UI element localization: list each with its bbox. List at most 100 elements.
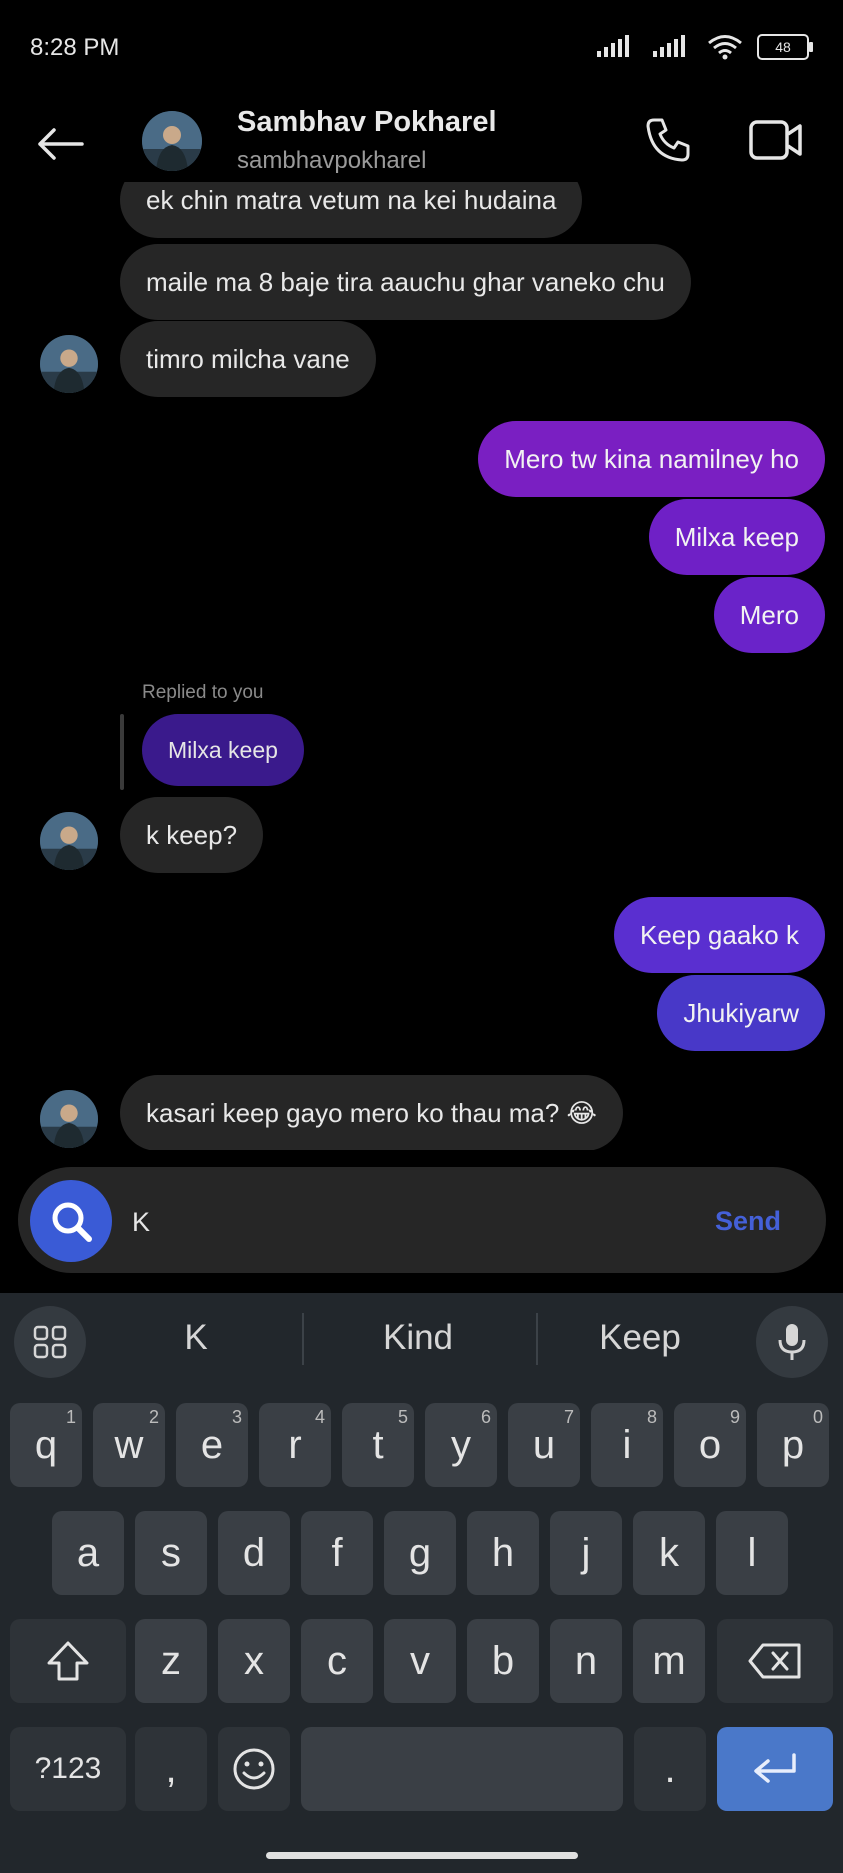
key-a[interactable]: a xyxy=(52,1511,124,1595)
key-p[interactable]: p0 xyxy=(757,1403,829,1487)
key-k[interactable]: k xyxy=(633,1511,705,1595)
apps-grid-icon xyxy=(33,1325,67,1359)
reply-indicator xyxy=(120,714,124,790)
key-t[interactable]: t5 xyxy=(342,1403,414,1487)
key-hint: 3 xyxy=(231,1407,242,1427)
search-icon xyxy=(52,1202,92,1242)
key-x[interactable]: x xyxy=(218,1619,290,1703)
microphone-icon xyxy=(778,1324,806,1360)
key-w[interactable]: w2 xyxy=(93,1403,165,1487)
voice-input-button[interactable] xyxy=(756,1306,828,1378)
home-indicator[interactable] xyxy=(266,1852,578,1859)
key-u[interactable]: u7 xyxy=(508,1403,580,1487)
key-label: q xyxy=(34,1422,58,1467)
key-z[interactable]: z xyxy=(135,1619,207,1703)
key-hint: 5 xyxy=(397,1407,408,1427)
key-label: r xyxy=(288,1422,302,1467)
key-f[interactable]: f xyxy=(301,1511,373,1595)
sender-avatar[interactable] xyxy=(40,1090,98,1148)
key-hint: 4 xyxy=(314,1407,325,1427)
backspace-icon xyxy=(748,1643,801,1679)
symbols-key[interactable]: ?123 xyxy=(10,1727,126,1811)
key-e[interactable]: e3 xyxy=(176,1403,248,1487)
key-hint: 6 xyxy=(480,1407,491,1427)
key-label: o xyxy=(698,1422,722,1467)
key-label: t xyxy=(372,1422,384,1467)
back-button[interactable] xyxy=(34,118,86,170)
phone-icon xyxy=(646,118,690,162)
video-call-button[interactable] xyxy=(744,112,808,168)
enter-icon xyxy=(754,1753,796,1783)
sender-avatar[interactable] xyxy=(40,812,98,870)
video-camera-icon xyxy=(749,120,802,160)
key-label: u xyxy=(532,1422,556,1467)
battery-level: 48 xyxy=(775,39,791,55)
key-v[interactable]: v xyxy=(384,1619,456,1703)
status-icons: 48 xyxy=(595,34,813,60)
comma-key[interactable]: , xyxy=(135,1727,207,1811)
key-label: w xyxy=(114,1422,144,1467)
status-time: 8:28 PM xyxy=(30,34,120,61)
outgoing-message[interactable]: Mero xyxy=(713,577,825,653)
emoji-key[interactable] xyxy=(218,1727,290,1811)
search-button[interactable] xyxy=(30,1180,112,1262)
key-m[interactable]: m xyxy=(633,1619,705,1703)
message-list[interactable]: ek chin matra vetum na kei hudaina maile… xyxy=(0,182,843,1150)
shift-key[interactable] xyxy=(10,1619,126,1703)
key-hint: 0 xyxy=(812,1407,823,1427)
key-label: p xyxy=(781,1422,805,1467)
backspace-key[interactable] xyxy=(717,1619,833,1703)
suggestion[interactable]: Kind xyxy=(338,1318,498,1358)
incoming-message[interactable]: k keep? xyxy=(120,797,264,873)
key-c[interactable]: c xyxy=(301,1619,373,1703)
suggestion-divider xyxy=(536,1313,538,1365)
signal-icon xyxy=(653,35,685,57)
call-button[interactable] xyxy=(640,112,696,168)
reply-label: Replied to you xyxy=(142,682,264,703)
contact-name[interactable]: Sambhav Pokharel xyxy=(237,106,497,139)
message-input[interactable] xyxy=(130,1195,674,1249)
replied-message[interactable]: Milxa keep xyxy=(142,714,304,786)
emoji-icon xyxy=(233,1748,275,1790)
back-arrow-icon xyxy=(38,128,84,160)
key-hint: 9 xyxy=(729,1407,740,1427)
key-b[interactable]: b xyxy=(467,1619,539,1703)
sender-avatar[interactable] xyxy=(40,335,98,393)
key-o[interactable]: o9 xyxy=(674,1403,746,1487)
send-button[interactable]: Send xyxy=(715,1206,781,1237)
key-j[interactable]: j xyxy=(550,1511,622,1595)
incoming-message[interactable]: kasari keep gayo mero ko thau ma? 😂 xyxy=(120,1075,623,1150)
key-l[interactable]: l xyxy=(716,1511,788,1595)
space-key[interactable] xyxy=(301,1727,623,1811)
incoming-message[interactable]: timro milcha vane xyxy=(120,321,376,397)
enter-key[interactable] xyxy=(717,1727,833,1811)
key-h[interactable]: h xyxy=(467,1511,539,1595)
suggestion[interactable]: K xyxy=(116,1318,276,1358)
suggestion[interactable]: Keep xyxy=(560,1318,720,1358)
key-r[interactable]: r4 xyxy=(259,1403,331,1487)
keyboard-apps-button[interactable] xyxy=(14,1306,86,1378)
suggestion-divider xyxy=(302,1313,304,1365)
key-y[interactable]: y6 xyxy=(425,1403,497,1487)
key-s[interactable]: s xyxy=(135,1511,207,1595)
incoming-message[interactable]: ek chin matra vetum na kei hudaina xyxy=(120,182,583,238)
outgoing-message[interactable]: Keep gaako k xyxy=(613,897,825,973)
key-q[interactable]: q1 xyxy=(10,1403,82,1487)
shift-icon xyxy=(47,1641,89,1681)
outgoing-message[interactable]: Mero tw kina namilney ho xyxy=(478,421,825,497)
incoming-message[interactable]: maile ma 8 baje tira aauchu ghar vaneko … xyxy=(120,244,691,320)
key-g[interactable]: g xyxy=(384,1511,456,1595)
outgoing-message[interactable]: Milxa keep xyxy=(648,499,825,575)
key-label: y xyxy=(451,1422,471,1467)
outgoing-message[interactable]: Jhukiyarw xyxy=(657,975,825,1051)
key-label: e xyxy=(200,1422,224,1467)
key-d[interactable]: d xyxy=(218,1511,290,1595)
contact-avatar[interactable] xyxy=(142,111,202,171)
contact-handle: sambhavpokharel xyxy=(237,147,427,174)
battery-indicator: 48 xyxy=(757,34,813,60)
key-i[interactable]: i8 xyxy=(591,1403,663,1487)
key-hint: 7 xyxy=(563,1407,574,1427)
key-n[interactable]: n xyxy=(550,1619,622,1703)
period-key[interactable]: . xyxy=(634,1727,706,1811)
key-label: i xyxy=(622,1422,632,1467)
